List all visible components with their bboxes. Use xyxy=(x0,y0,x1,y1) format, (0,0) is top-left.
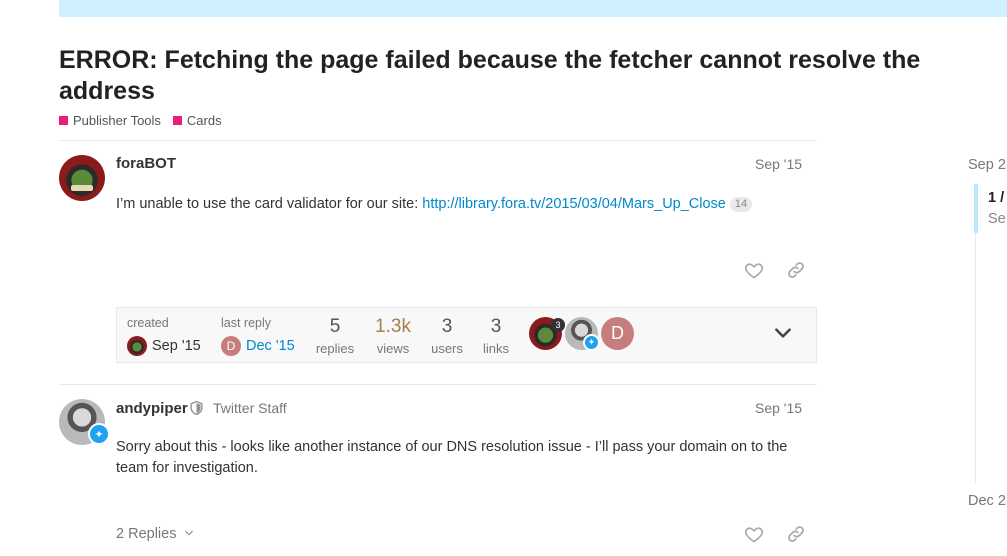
category-color-swatch xyxy=(172,116,182,125)
category-label: Cards xyxy=(186,113,222,128)
timeline-end-date[interactable]: Dec 2 xyxy=(968,493,1006,509)
last-reply-value: D Dec '15 xyxy=(221,336,295,356)
participant-post-count: 3 xyxy=(551,318,565,332)
topic-map: created Sep '15 last reply D Dec '15 5 r… xyxy=(116,307,817,363)
stat-links: 3 links xyxy=(476,316,516,356)
category-label: Publisher Tools xyxy=(73,113,161,128)
user-avatar-forabot[interactable] xyxy=(59,155,105,201)
post-link[interactable]: http://library.fora.tv/2015/03/04/Mars_U… xyxy=(422,196,726,212)
stat-caption: links xyxy=(482,341,509,356)
post-date[interactable]: Sep '15 xyxy=(755,400,802,416)
last-reply-avatar: D xyxy=(221,336,241,356)
stat-number: 5 xyxy=(329,316,341,337)
replies-label: 2 Replies xyxy=(116,526,177,542)
category-list: Publisher Tools Cards xyxy=(59,113,234,128)
creator-avatar xyxy=(127,336,147,356)
twitter-bird-icon: ✦ xyxy=(88,423,110,445)
post-body: Sorry about this - looks like another in… xyxy=(116,439,788,476)
timeline-scroll-handle[interactable] xyxy=(974,184,978,233)
created-value: Sep '15 xyxy=(127,336,201,356)
stat-caption: views xyxy=(376,341,410,356)
category-cards[interactable]: Cards xyxy=(172,113,222,128)
stat-users: 3 users xyxy=(427,316,467,356)
moderator-shield-icon xyxy=(190,401,203,415)
chevron-down-icon xyxy=(185,530,194,536)
post-username[interactable]: andypiper xyxy=(116,400,188,417)
like-heart-icon[interactable] xyxy=(744,260,764,280)
divider xyxy=(59,140,817,141)
category-color-swatch xyxy=(59,116,68,125)
timeline-position: 1 / xyxy=(988,190,1005,206)
last-reply-section[interactable]: last reply D Dec '15 xyxy=(221,316,295,356)
expand-chevron-down-icon[interactable] xyxy=(773,323,793,343)
created-date: Sep '15 xyxy=(152,338,201,354)
share-link-icon[interactable] xyxy=(786,524,806,544)
last-reply-label: last reply xyxy=(221,316,272,330)
last-reply-date: Dec '15 xyxy=(246,338,295,354)
top-banner xyxy=(59,0,1007,17)
replies-toggle-button[interactable]: 2 Replies xyxy=(116,526,195,542)
created-section[interactable]: created Sep '15 xyxy=(127,316,201,356)
user-title: Twitter Staff xyxy=(213,400,287,416)
stat-caption: replies xyxy=(315,341,355,356)
timeline-track[interactable] xyxy=(975,233,976,483)
post-text: I’m unable to use the card validator for… xyxy=(116,196,423,212)
topic-title[interactable]: ERROR: Fetching the page failed because … xyxy=(59,45,989,107)
twitter-bird-icon: ✦ xyxy=(583,334,600,351)
stat-caption: users xyxy=(431,341,463,356)
category-publisher-tools[interactable]: Publisher Tools xyxy=(59,113,161,128)
participant-avatar-d[interactable]: D xyxy=(601,317,634,350)
like-heart-icon[interactable] xyxy=(744,524,764,544)
created-label: created xyxy=(127,316,169,330)
stat-number: 3 xyxy=(441,316,453,337)
post-body: I’m unable to use the card validator for… xyxy=(116,194,806,215)
stat-number: 1.3k xyxy=(375,316,411,337)
stat-number: 3 xyxy=(490,316,502,337)
timeline-start-date[interactable]: Sep 2 xyxy=(968,157,1006,173)
post-username[interactable]: foraBOT xyxy=(116,155,176,172)
stat-views: 1.3k views xyxy=(371,316,415,356)
timeline-position-date: Se xyxy=(988,211,1006,227)
stat-replies: 5 replies xyxy=(313,316,357,356)
link-click-count: 14 xyxy=(729,197,753,212)
divider xyxy=(59,384,817,385)
share-link-icon[interactable] xyxy=(786,260,806,280)
post-date[interactable]: Sep '15 xyxy=(755,156,802,172)
